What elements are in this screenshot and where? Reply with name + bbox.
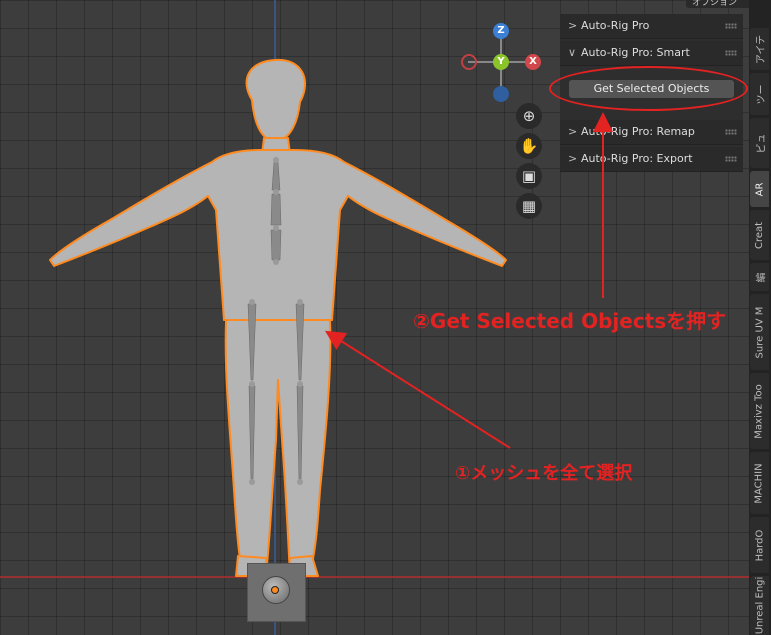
3d-viewport[interactable]: Z Y X ⊕ ✋ ▣ ▦ オプション > Auto-Rig Pro ∨ Aut… — [0, 0, 771, 635]
annotation-step2: ②Get Selected Objectsを押す — [413, 309, 727, 333]
annotation-step1: ①メッシュを全て選択 — [455, 463, 633, 484]
arrow-to-mesh — [324, 330, 511, 449]
